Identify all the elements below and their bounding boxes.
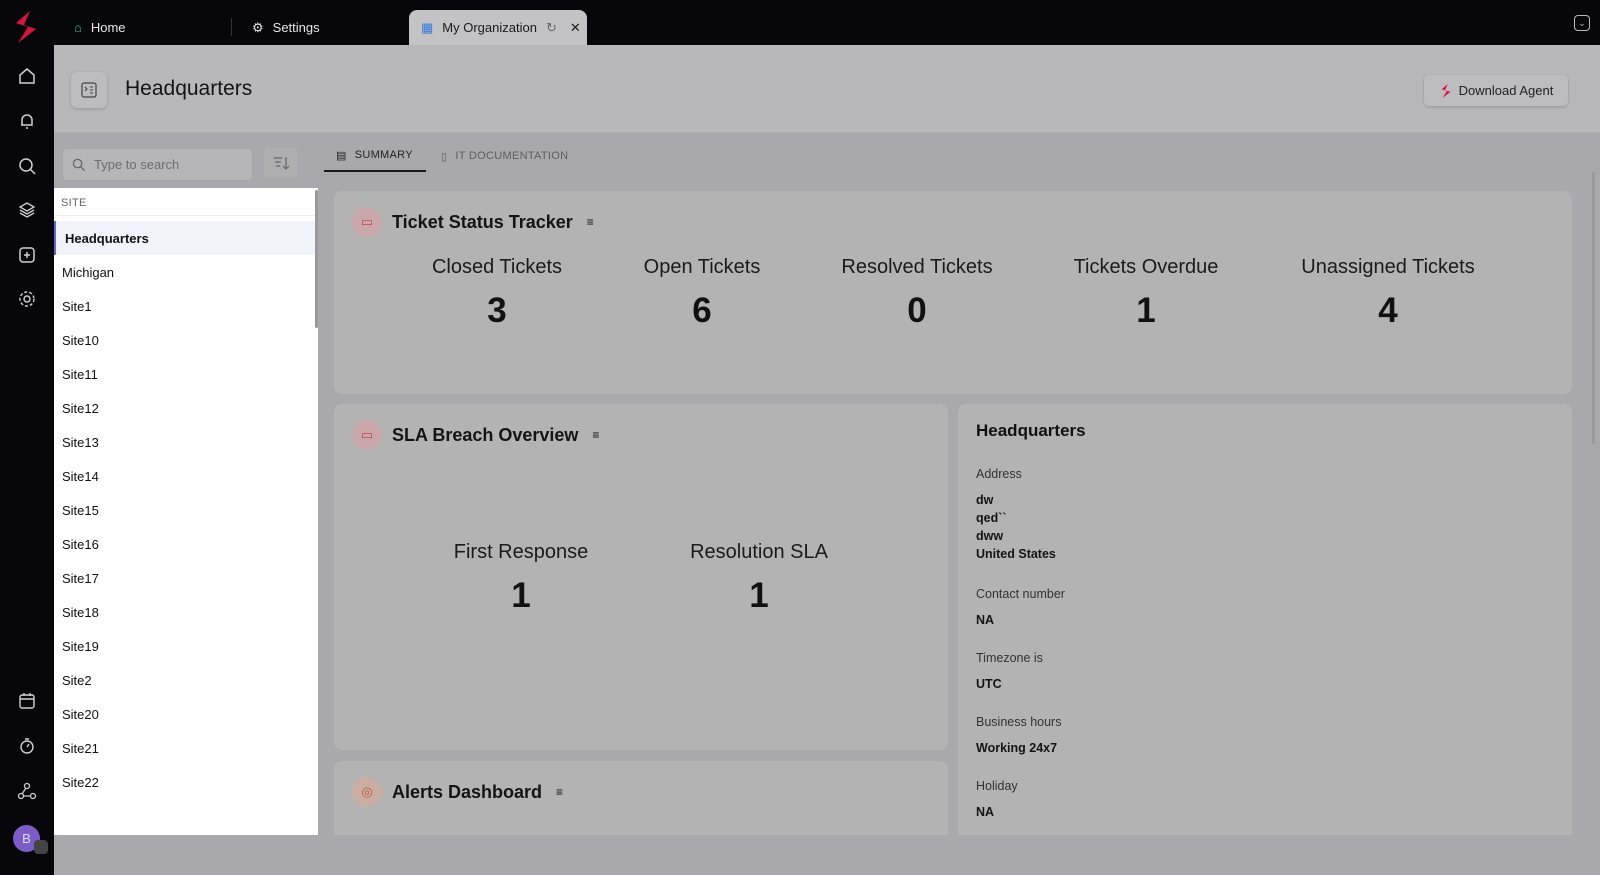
footer-area	[54, 835, 1600, 875]
tab-summary[interactable]: ▤ SUMMARY	[324, 140, 426, 172]
site-info-title: Headquarters	[976, 421, 1086, 440]
menu-icon[interactable]: ≡	[587, 215, 594, 229]
menu-icon[interactable]: ≡	[592, 428, 599, 442]
stat-first-response[interactable]: First Response 1	[454, 541, 589, 616]
ticket-status-tracker-card: ▭ Ticket Status Tracker ≡ Closed Tickets 3 …	[334, 191, 1572, 394]
sidebar-toggle-button[interactable]	[71, 72, 107, 108]
stat-resolution-sla[interactable]: Resolution SLA 1	[690, 541, 828, 616]
alert-icon: ◎	[352, 777, 382, 807]
chevron-down-icon[interactable]: ⌄	[1574, 15, 1590, 31]
refresh-icon[interactable]: ↻	[546, 20, 557, 36]
menu-icon[interactable]: ≡	[556, 785, 563, 799]
site-info-card: Headquarters Address dw qed`` dww United St…	[958, 404, 1572, 864]
site-list-item[interactable]: Site19	[54, 629, 318, 663]
settings-icon[interactable]	[17, 289, 37, 309]
site-list-item[interactable]: Site18	[54, 595, 318, 629]
search-icon	[72, 158, 86, 171]
sort-icon	[274, 157, 290, 170]
holiday-value: NA	[976, 805, 995, 819]
brand-logo-icon	[1441, 83, 1451, 98]
search-input[interactable]	[94, 157, 234, 172]
site-list-item[interactable]: Site2	[54, 663, 318, 697]
brand-logo-icon[interactable]	[10, 9, 42, 45]
close-icon[interactable]: ✕	[570, 20, 581, 36]
search-icon[interactable]	[17, 156, 37, 176]
layers-icon[interactable]	[17, 200, 37, 220]
qr-badge-icon	[34, 840, 48, 854]
site-list-item[interactable]: Site10	[54, 323, 318, 357]
site-list-item[interactable]: Site13	[54, 425, 318, 459]
site-list-item[interactable]: Site12	[54, 391, 318, 425]
site-list-item[interactable]: Headquarters	[54, 221, 318, 255]
tab-divider	[231, 18, 232, 36]
sort-button[interactable]	[264, 148, 298, 178]
timezone-label: Timezone is	[976, 651, 1043, 665]
panel-icon	[81, 82, 97, 98]
site-list-item[interactable]: Site14	[54, 459, 318, 493]
stat-closed-tickets[interactable]: Closed Tickets 3	[432, 256, 562, 331]
document-icon: ▤	[336, 149, 347, 162]
gear-icon: ⚙	[252, 19, 264, 35]
tab-my-organization[interactable]: ▦ My Organization ↻ ✕	[409, 10, 587, 45]
stat-resolved-tickets[interactable]: Resolved Tickets 0	[841, 256, 992, 331]
contact-value: NA	[976, 613, 995, 627]
site-list-item[interactable]: Site16	[54, 527, 318, 561]
site-list-item[interactable]: Site17	[54, 561, 318, 595]
left-rail: B	[0, 0, 54, 875]
network-icon[interactable]	[17, 781, 37, 801]
file-icon: ▯	[441, 150, 448, 163]
home-icon: ⌂	[74, 20, 82, 35]
timezone-value: UTC	[976, 677, 1002, 691]
tab-settings[interactable]: ⚙ Settings	[240, 10, 320, 45]
page-header	[54, 45, 1600, 133]
tab-bar: ⌂ Home ⚙ Settings ▦ My Organization ↻ ✕ ⌄	[54, 0, 1600, 45]
ticket-icon: ▭	[352, 420, 382, 450]
card-title: Alerts Dashboard	[392, 781, 543, 802]
hours-value: Working 24x7	[976, 741, 1058, 755]
card-title: SLA Breach Overview	[392, 424, 579, 445]
bell-icon[interactable]	[17, 111, 37, 131]
site-list-item[interactable]: Site20	[54, 697, 318, 731]
address-label: Address	[976, 467, 1022, 481]
tab-home[interactable]: ⌂ Home	[62, 10, 126, 45]
download-agent-button[interactable]: Download Agent	[1424, 75, 1568, 106]
hours-label: Business hours	[976, 715, 1062, 729]
ticket-icon: ▭	[352, 207, 382, 237]
site-list: SITE Headquarters Michigan Site1 Site10 Site…	[54, 188, 318, 835]
stat-tickets-overdue[interactable]: Tickets Overdue 1	[1074, 256, 1219, 331]
site-list-item[interactable]: Site1	[54, 289, 318, 323]
site-list-scrollbar[interactable]	[315, 190, 318, 328]
site-list-item[interactable]: Site11	[54, 357, 318, 391]
home-icon[interactable]	[17, 66, 37, 86]
page-title: Headquarters	[125, 77, 253, 100]
tab-it-documentation[interactable]: ▯ IT DOCUMENTATION	[441, 140, 568, 172]
site-search[interactable]	[62, 148, 253, 181]
address-value: dw qed`` dww United States	[976, 493, 1056, 561]
site-list-item[interactable]: Site21	[54, 731, 318, 765]
site-list-header: SITE	[54, 188, 318, 216]
main-scrollbar[interactable]	[1592, 172, 1595, 444]
card-title: Ticket Status Tracker	[392, 211, 573, 232]
site-list-item[interactable]: Site15	[54, 493, 318, 527]
contact-label: Contact number	[976, 587, 1065, 601]
organization-icon: ▦	[421, 19, 434, 35]
site-list-item[interactable]: Michigan	[54, 255, 318, 289]
stat-unassigned-tickets[interactable]: Unassigned Tickets 4	[1301, 256, 1474, 331]
stat-open-tickets[interactable]: Open Tickets 6	[644, 256, 761, 331]
sla-breach-card: ▭ SLA Breach Overview ≡ First Response 1 Re…	[334, 404, 948, 750]
calendar-icon[interactable]	[17, 691, 37, 711]
timer-icon[interactable]	[17, 736, 37, 756]
add-box-icon[interactable]	[17, 245, 37, 265]
site-list-item[interactable]: Site22	[54, 765, 318, 799]
holiday-label: Holiday	[976, 779, 1018, 793]
